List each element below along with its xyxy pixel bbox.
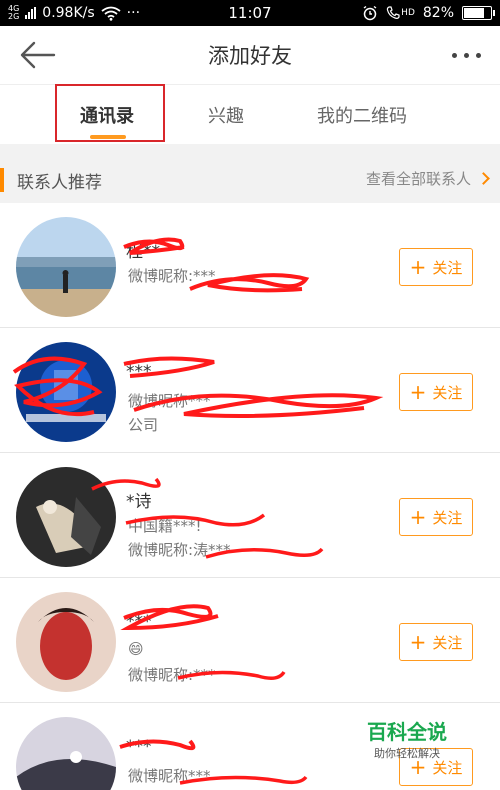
watermark-logo: 百科全说 助你轻松解决 — [354, 716, 460, 762]
hd-label: HD — [401, 8, 415, 18]
contact-row[interactable]: *诗 中国籍***! 微博昵称:涛*** + 关注 — [0, 453, 500, 578]
avatar-portrait-photo — [16, 592, 116, 692]
follow-label: 关注 — [432, 508, 463, 527]
contact-weibo-nickname: 微博昵称*** — [128, 392, 211, 410]
section-accent-bar — [0, 168, 4, 192]
divider — [0, 144, 500, 157]
avatar — [16, 467, 116, 567]
contact-emoji: 😄 — [128, 640, 144, 658]
avatar — [16, 217, 116, 317]
follow-label: 关注 — [432, 633, 463, 652]
contact-company: 公司 — [128, 416, 159, 434]
tab-my-qrcode[interactable]: 我的二维码 — [317, 85, 407, 145]
status-left: 4G 2G 0.98K/s ··· — [8, 5, 141, 22]
contact-row[interactable]: *** 😄 微博昵称:*** + 关注 — [0, 578, 500, 703]
contact-weibo-nickname: 微博昵称:*** — [128, 267, 216, 285]
avatar-logo-image — [16, 342, 116, 442]
plus-icon: + — [409, 255, 427, 279]
chevron-right-icon — [477, 172, 490, 185]
contact-weibo-nickname: 微博昵称*** — [128, 767, 211, 785]
avatar — [16, 342, 116, 442]
watermark-title: 百科全说 — [354, 716, 460, 745]
nav-bar: 添加好友 — [0, 26, 500, 84]
hd-call-indicator: HD — [386, 6, 415, 20]
battery-fill — [464, 8, 484, 18]
more-dots-icon — [475, 52, 481, 58]
status-bar: 4G 2G 0.98K/s ··· 11:07 HD 82% — [0, 0, 500, 26]
section-title: 联系人推荐 — [17, 173, 102, 193]
follow-button[interactable]: + 关注 — [399, 623, 473, 661]
contact-weibo-nickname: 微博昵称:*** — [128, 666, 216, 684]
arrow-left-icon — [20, 41, 56, 69]
contact-name: *** — [126, 612, 152, 632]
alarm-icon — [363, 5, 377, 21]
contact-name: *** — [126, 362, 152, 382]
avatar-photo — [16, 717, 116, 790]
contact-row[interactable]: *** 微博昵称*** 公司 + 关注 — [0, 328, 500, 453]
network-speed: 0.98K/s — [42, 5, 95, 21]
more-status-dots: ··· — [126, 5, 141, 21]
contact-name: 程** — [126, 242, 160, 262]
see-all-label: 查看全部联系人 — [365, 170, 471, 188]
battery-icon — [462, 6, 495, 20]
tab-highlight-annotation — [55, 84, 165, 142]
plus-icon: + — [409, 380, 427, 404]
back-button[interactable] — [18, 39, 58, 71]
plus-icon: + — [409, 630, 427, 654]
contact-bio: 中国籍***! — [128, 517, 202, 535]
more-button[interactable] — [446, 48, 486, 62]
contact-row[interactable]: 程** 微博昵称:*** + 关注 — [0, 203, 500, 328]
avatar — [16, 592, 116, 692]
plus-icon: + — [409, 505, 427, 529]
phone-icon — [386, 6, 400, 19]
signal-icon — [25, 7, 37, 19]
contact-weibo-nickname: 微博昵称:涛*** — [128, 541, 231, 559]
network-bottom-label: 2G — [8, 12, 20, 21]
see-all-contacts-link[interactable]: 查看全部联系人 — [365, 168, 490, 189]
follow-button[interactable]: + 关注 — [399, 373, 473, 411]
battery-percent: 82% — [422, 5, 454, 21]
more-dots-icon — [463, 52, 469, 58]
page-title: 添加好友 — [208, 44, 292, 68]
follow-label: 关注 — [432, 258, 463, 277]
status-right: HD 82% — [362, 5, 495, 21]
tab-interests[interactable]: 兴趣 — [208, 85, 244, 145]
network-type: 4G 2G — [8, 5, 19, 21]
contact-name: *** — [126, 737, 152, 757]
follow-button[interactable]: + 关注 — [399, 248, 473, 286]
contact-name: *诗 — [126, 492, 152, 512]
follow-label: 关注 — [432, 383, 463, 402]
more-dots-icon — [451, 52, 457, 58]
follow-button[interactable]: + 关注 — [399, 498, 473, 536]
avatar-dog-photo — [16, 467, 116, 567]
avatar-beach-photo — [16, 217, 116, 317]
avatar — [16, 717, 116, 790]
wifi-icon — [101, 6, 121, 21]
watermark-subtitle: 助你轻松解决 — [374, 747, 440, 760]
